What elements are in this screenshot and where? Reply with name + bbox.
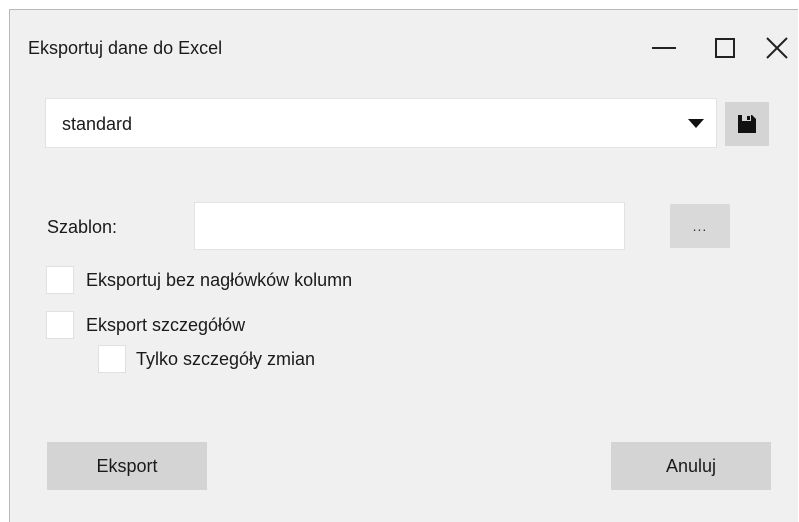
export-dialog: Eksportuj dane do Excel standard Szablon… <box>9 9 798 522</box>
browse-template-button[interactable]: ... <box>670 204 730 248</box>
export-details-option[interactable]: Eksport szczegółów <box>46 311 245 339</box>
maximize-icon <box>715 38 735 58</box>
export-details-label: Eksport szczegółów <box>86 314 246 335</box>
profile-dropdown-value: standard <box>62 114 133 134</box>
template-label: Szablon: <box>47 217 118 237</box>
profile-dropdown[interactable]: standard <box>45 98 717 148</box>
template-input[interactable] <box>194 202 625 250</box>
no-headers-label: Eksportuj bez nagłówków kolumn <box>86 269 353 290</box>
export-details-checkbox[interactable] <box>46 311 74 339</box>
save-profile-button[interactable] <box>725 102 769 146</box>
window-title: Eksportuj dane do Excel <box>28 38 223 58</box>
close-button[interactable] <box>755 28 799 68</box>
chevron-down-icon <box>688 119 704 128</box>
maximize-button[interactable] <box>703 28 747 68</box>
save-icon <box>738 115 756 133</box>
minimize-button[interactable] <box>642 28 686 68</box>
only-changes-option[interactable]: Tylko szczegóły zmian <box>98 345 315 373</box>
only-changes-label: Tylko szczegóły zmian <box>136 348 316 369</box>
export-button[interactable]: Eksport <box>47 442 207 490</box>
cancel-button[interactable]: Anuluj <box>611 442 771 490</box>
title-bar: Eksportuj dane do Excel <box>10 10 798 84</box>
only-changes-checkbox[interactable] <box>98 345 126 373</box>
no-headers-checkbox[interactable] <box>46 266 74 294</box>
close-icon <box>766 37 788 59</box>
minimize-icon <box>652 47 676 49</box>
no-headers-option[interactable]: Eksportuj bez nagłówków kolumn <box>46 266 352 294</box>
